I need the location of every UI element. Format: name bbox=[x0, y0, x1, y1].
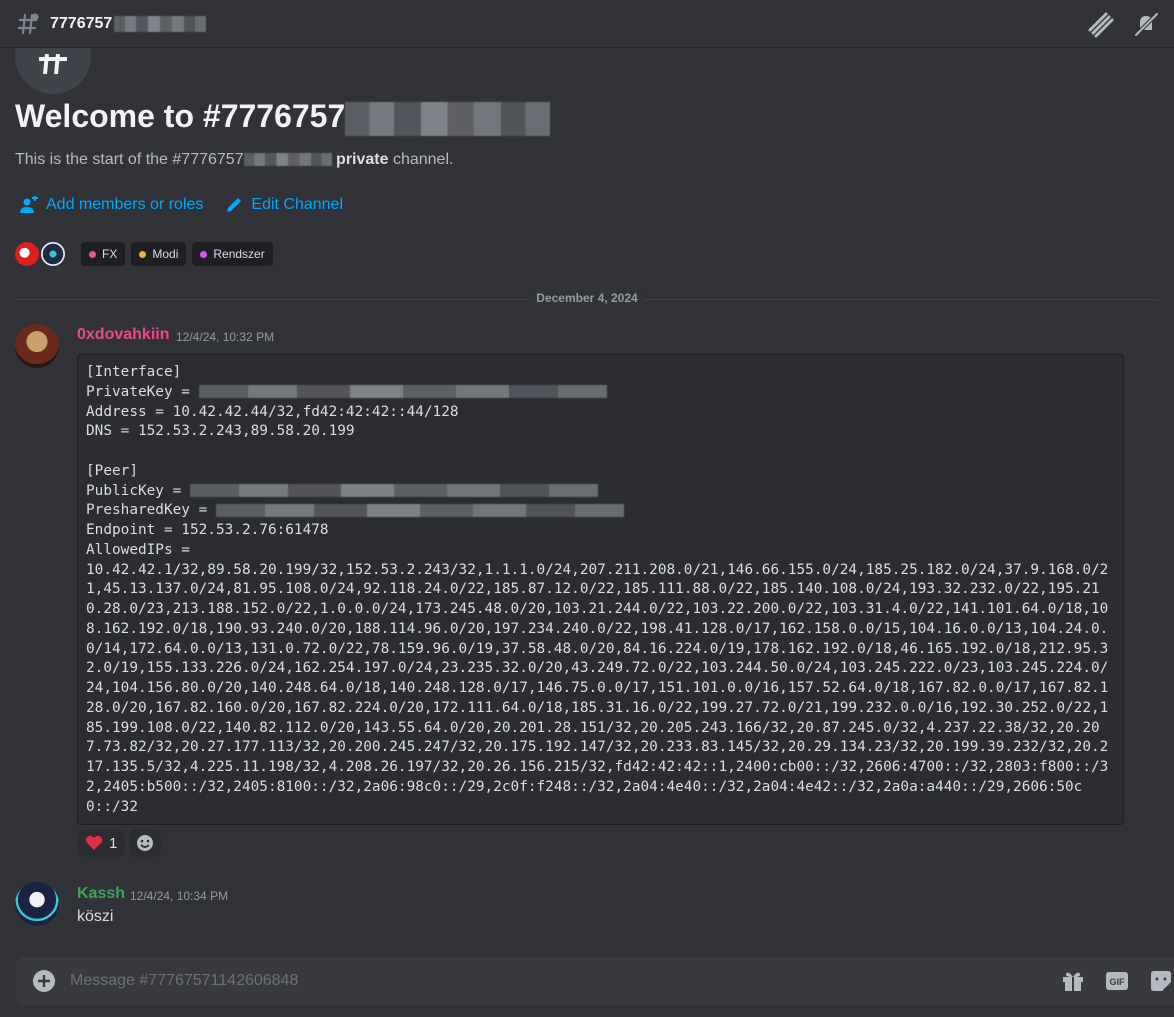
add-members-button[interactable]: Add members or roles bbox=[18, 196, 203, 214]
date-divider: December 4, 2024 bbox=[16, 291, 1158, 305]
add-members-icon bbox=[20, 196, 38, 213]
welcome-subtitle: This is the start of the #7776757 privat… bbox=[15, 151, 454, 168]
redacted-text bbox=[215, 503, 624, 517]
member-avatar[interactable] bbox=[15, 242, 39, 266]
message-author[interactable]: Kassh bbox=[77, 885, 125, 903]
member-avatar[interactable] bbox=[41, 242, 65, 266]
code-block: [Interface] PrivateKey = Address = 10.42… bbox=[77, 354, 1124, 825]
role-pill-modi[interactable]: Modi bbox=[131, 242, 187, 266]
welcome-title: Welcome to #7776757 bbox=[15, 98, 551, 136]
emoji-smile-icon bbox=[137, 835, 154, 851]
avatar[interactable] bbox=[15, 882, 59, 926]
role-pill-rendszer[interactable]: Rendszer bbox=[192, 242, 273, 266]
message-author[interactable]: 0xdovahkiin bbox=[77, 326, 169, 344]
avatar[interactable] bbox=[15, 324, 59, 368]
pencil-icon bbox=[227, 198, 242, 212]
redacted-text bbox=[114, 15, 207, 32]
edit-channel-button[interactable]: Edit Channel bbox=[225, 196, 343, 214]
message-content: köszi bbox=[77, 908, 114, 925]
add-attachment-icon[interactable] bbox=[32, 969, 56, 993]
role-pill-fx[interactable]: FX bbox=[81, 242, 126, 266]
channel-header: 7776757 bbox=[0, 0, 1174, 48]
role-color-dot bbox=[89, 250, 96, 258]
channel-members-roles: FX Modi Rendszer bbox=[15, 242, 273, 266]
hashtag-icon bbox=[39, 54, 67, 74]
add-reaction-button[interactable] bbox=[129, 829, 162, 857]
message-composer: GIF bbox=[16, 957, 1174, 1005]
sticker-icon[interactable] bbox=[1148, 968, 1174, 994]
message-timestamp: 12/4/24, 10:32 PM bbox=[176, 330, 275, 344]
role-color-dot bbox=[139, 250, 147, 258]
redacted-text bbox=[345, 101, 551, 136]
redacted-text bbox=[243, 153, 332, 167]
heart-icon bbox=[85, 835, 103, 850]
threads-icon[interactable] bbox=[1086, 10, 1114, 38]
reaction-heart[interactable]: 1 bbox=[77, 829, 126, 857]
message-timestamp: 12/4/24, 10:34 PM bbox=[130, 889, 229, 903]
message-input[interactable] bbox=[68, 971, 1060, 991]
channel-avatar bbox=[15, 48, 91, 94]
reactions: 1 bbox=[77, 829, 162, 857]
role-color-dot bbox=[200, 250, 208, 258]
svg-text:GIF: GIF bbox=[1110, 977, 1126, 987]
channel-title: 7776757 bbox=[50, 14, 113, 32]
hashtag-lock-icon bbox=[17, 13, 39, 34]
gif-icon[interactable]: GIF bbox=[1104, 968, 1130, 994]
mute-icon[interactable] bbox=[1132, 10, 1160, 38]
redacted-text bbox=[189, 484, 598, 497]
gift-icon[interactable] bbox=[1060, 968, 1086, 994]
redacted-text bbox=[198, 385, 607, 399]
message-list[interactable]: Welcome to #7776757 This is the start of… bbox=[0, 48, 1174, 948]
